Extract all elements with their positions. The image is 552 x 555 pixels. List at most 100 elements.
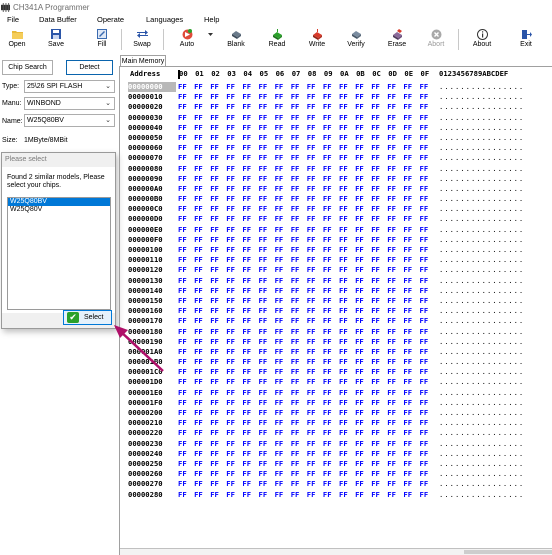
hex-byte[interactable]: FF — [307, 479, 316, 489]
hex-byte[interactable]: FF — [210, 204, 219, 214]
hex-byte[interactable]: FF — [242, 235, 251, 245]
hex-byte[interactable]: FF — [275, 102, 284, 112]
hex-byte[interactable]: FF — [420, 235, 429, 245]
hex-byte[interactable]: FF — [355, 479, 364, 489]
hex-byte[interactable]: FF — [355, 357, 364, 367]
hex-byte[interactable]: FF — [307, 255, 316, 265]
hex-byte[interactable]: FF — [291, 347, 300, 357]
hex-byte[interactable]: FF — [259, 92, 268, 102]
hex-byte[interactable]: FF — [355, 82, 364, 92]
hex-byte[interactable]: FF — [291, 133, 300, 143]
hex-byte[interactable]: FF — [371, 102, 380, 112]
hex-byte[interactable]: FF — [403, 388, 412, 398]
hex-byte[interactable]: FF — [371, 82, 380, 92]
hex-byte[interactable]: FF — [323, 184, 332, 194]
hex-byte[interactable]: FF — [194, 184, 203, 194]
hex-byte[interactable]: FF — [275, 327, 284, 337]
hex-byte[interactable]: FF — [291, 296, 300, 306]
hex-byte[interactable]: FF — [242, 164, 251, 174]
hex-byte[interactable]: FF — [387, 327, 396, 337]
hex-byte[interactable]: FF — [323, 428, 332, 438]
hex-byte[interactable]: FF — [387, 286, 396, 296]
hex-byte[interactable]: FF — [291, 204, 300, 214]
hex-byte[interactable]: FF — [178, 245, 187, 255]
hex-byte[interactable]: FF — [178, 367, 187, 377]
hex-byte[interactable]: FF — [339, 428, 348, 438]
hex-byte[interactable]: FF — [275, 265, 284, 275]
hex-byte[interactable]: FF — [291, 143, 300, 153]
hex-byte[interactable]: FF — [339, 418, 348, 428]
hex-byte[interactable]: FF — [259, 408, 268, 418]
hex-byte[interactable]: FF — [403, 469, 412, 479]
hex-byte[interactable]: FF — [307, 194, 316, 204]
hex-byte[interactable]: FF — [355, 316, 364, 326]
hex-byte[interactable]: FF — [307, 337, 316, 347]
hex-byte[interactable]: FF — [339, 204, 348, 214]
hex-byte[interactable]: FF — [403, 235, 412, 245]
hex-byte[interactable]: FF — [210, 143, 219, 153]
hex-byte[interactable]: FF — [420, 276, 429, 286]
hex-byte[interactable]: FF — [339, 296, 348, 306]
hex-byte[interactable]: FF — [210, 479, 219, 489]
hex-byte[interactable]: FF — [371, 337, 380, 347]
hex-byte[interactable]: FF — [259, 102, 268, 112]
hex-byte[interactable]: FF — [307, 214, 316, 224]
hex-byte[interactable]: FF — [291, 428, 300, 438]
hex-byte[interactable]: FF — [210, 92, 219, 102]
hex-byte[interactable]: FF — [420, 225, 429, 235]
hex-byte[interactable]: FF — [403, 276, 412, 286]
hex-byte[interactable]: FF — [242, 337, 251, 347]
hex-byte[interactable]: FF — [403, 327, 412, 337]
hex-byte[interactable]: FF — [387, 194, 396, 204]
hex-byte[interactable]: FF — [323, 449, 332, 459]
hex-byte[interactable]: FF — [307, 153, 316, 163]
hex-byte[interactable]: FF — [275, 245, 284, 255]
hex-byte[interactable]: FF — [194, 388, 203, 398]
hex-byte[interactable]: FF — [387, 265, 396, 275]
hex-byte[interactable]: FF — [403, 194, 412, 204]
hex-byte[interactable]: FF — [307, 469, 316, 479]
hex-byte[interactable]: FF — [355, 439, 364, 449]
hex-byte[interactable]: FF — [226, 367, 235, 377]
hex-byte[interactable]: FF — [307, 133, 316, 143]
hex-byte[interactable]: FF — [371, 184, 380, 194]
hex-byte[interactable]: FF — [307, 347, 316, 357]
hex-byte[interactable]: FF — [355, 469, 364, 479]
exit-button[interactable]: Exit — [518, 26, 534, 53]
hex-byte[interactable]: FF — [275, 367, 284, 377]
hex-byte[interactable]: FF — [291, 113, 300, 123]
hex-byte[interactable]: FF — [307, 439, 316, 449]
hex-byte[interactable]: FF — [339, 174, 348, 184]
hex-byte[interactable]: FF — [259, 388, 268, 398]
about-button[interactable]: About — [471, 26, 493, 53]
hex-byte[interactable]: FF — [371, 194, 380, 204]
hex-byte[interactable]: FF — [226, 306, 235, 316]
hex-byte[interactable]: FF — [387, 184, 396, 194]
hex-byte[interactable]: FF — [371, 306, 380, 316]
hex-byte[interactable]: FF — [226, 204, 235, 214]
hex-byte[interactable]: FF — [355, 337, 364, 347]
abort-button[interactable]: Abort — [426, 26, 446, 53]
hex-byte[interactable]: FF — [210, 449, 219, 459]
hex-byte[interactable]: FF — [291, 490, 300, 500]
hex-byte[interactable]: FF — [259, 398, 268, 408]
hex-byte[interactable]: FF — [323, 265, 332, 275]
hex-byte[interactable]: FF — [323, 276, 332, 286]
hex-byte[interactable]: FF — [371, 327, 380, 337]
hex-byte[interactable]: FF — [242, 306, 251, 316]
hex-byte[interactable]: FF — [291, 408, 300, 418]
hex-byte[interactable]: FF — [226, 388, 235, 398]
hex-byte[interactable]: FF — [323, 479, 332, 489]
hex-byte[interactable]: FF — [226, 102, 235, 112]
hex-byte[interactable]: FF — [403, 490, 412, 500]
hex-byte[interactable]: FF — [210, 377, 219, 387]
hex-byte[interactable]: FF — [210, 174, 219, 184]
hex-byte[interactable]: FF — [387, 388, 396, 398]
hex-byte[interactable]: FF — [387, 439, 396, 449]
hex-byte[interactable]: FF — [323, 296, 332, 306]
hex-byte[interactable]: FF — [194, 479, 203, 489]
hex-byte[interactable]: FF — [226, 194, 235, 204]
hex-byte[interactable]: FF — [259, 133, 268, 143]
hex-byte[interactable]: FF — [371, 265, 380, 275]
hex-byte[interactable]: FF — [242, 123, 251, 133]
